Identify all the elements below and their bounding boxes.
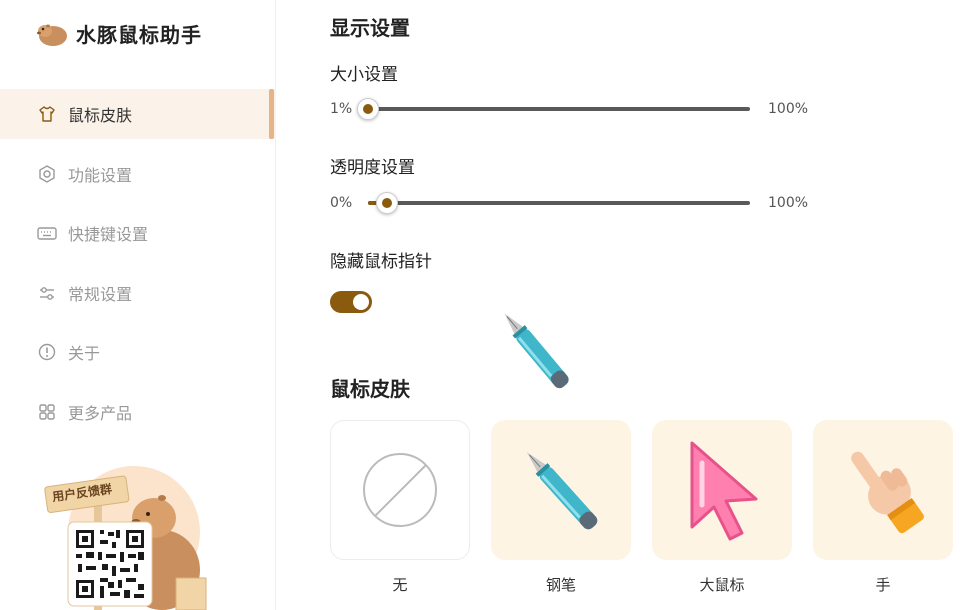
sidebar-item-mouse-skin[interactable]: 鼠标皮肤 bbox=[0, 89, 276, 139]
hide-pointer-label: 隐藏鼠标指针 bbox=[330, 252, 432, 272]
display-settings-title: 显示设置 bbox=[330, 16, 410, 40]
skin-label-pen: 钢笔 bbox=[545, 576, 576, 594]
brand: 水豚鼠标助手 bbox=[36, 16, 202, 50]
sidebar-item-label: 鼠标皮肤 bbox=[68, 106, 133, 125]
size-setting-label: 大小设置 bbox=[330, 65, 398, 85]
sidebar-item-function-settings[interactable]: 功能设置 bbox=[0, 149, 276, 199]
opacity-setting-label: 透明度设置 bbox=[330, 158, 415, 178]
size-slider-thumb[interactable] bbox=[357, 98, 379, 120]
sliders-icon bbox=[36, 282, 58, 304]
skin-card-pen[interactable] bbox=[491, 420, 631, 560]
size-slider[interactable] bbox=[357, 98, 750, 120]
none-icon bbox=[363, 453, 437, 527]
skin-card-big-cursor[interactable] bbox=[652, 420, 792, 560]
info-icon bbox=[36, 341, 58, 363]
sidebar-item-about[interactable]: 关于 bbox=[0, 327, 276, 377]
opacity-max-label: 100% bbox=[768, 195, 809, 211]
feedback-group-promo: 用户反馈群 bbox=[44, 460, 214, 610]
skin-card-hand[interactable] bbox=[813, 420, 953, 560]
grid-icon bbox=[36, 401, 58, 423]
opacity-slider-row: 0% 100% bbox=[330, 191, 830, 215]
sidebar-item-shortcut-settings[interactable]: 快捷键设置 bbox=[0, 208, 276, 258]
mouse-skin-title: 鼠标皮肤 bbox=[330, 377, 410, 401]
sidebar-item-more-products[interactable]: 更多产品 bbox=[0, 387, 276, 437]
opacity-slider[interactable] bbox=[368, 192, 750, 214]
size-max-label: 100% bbox=[768, 101, 809, 117]
hexagon-settings-icon bbox=[36, 163, 58, 185]
skin-cards: 无 钢笔 大鼠标 手 bbox=[330, 420, 968, 610]
capybara-logo-icon bbox=[37, 24, 67, 46]
sidebar-item-label: 功能设置 bbox=[68, 166, 133, 185]
app-title: 水豚鼠标助手 bbox=[76, 22, 202, 47]
keyboard-icon bbox=[36, 222, 58, 244]
skin-label-none: 无 bbox=[392, 576, 408, 594]
pen-icon bbox=[526, 452, 598, 530]
big-cursor-icon bbox=[690, 441, 758, 541]
size-slider-row: 1% 100% bbox=[330, 97, 830, 121]
capybara-illustration bbox=[44, 466, 207, 610]
sidebar-item-label: 更多产品 bbox=[68, 404, 133, 423]
toggle-knob bbox=[353, 294, 369, 310]
sidebar: 水豚鼠标助手 鼠标皮肤 功能设置 快捷键设置 常规设置 关于 更多产品 用户反馈… bbox=[0, 0, 276, 610]
skin-label-big-cursor: 大鼠标 bbox=[699, 576, 745, 594]
sidebar-item-general-settings[interactable]: 常规设置 bbox=[0, 268, 276, 318]
skin-card-none[interactable] bbox=[330, 420, 470, 560]
hand-pointer-icon bbox=[851, 451, 924, 534]
main-content: 显示设置 大小设置 1% 100% 透明度设置 0% 100% 隐藏鼠标指针 鼠… bbox=[276, 0, 968, 610]
sidebar-item-label: 关于 bbox=[68, 344, 101, 363]
hide-pointer-toggle[interactable] bbox=[330, 291, 372, 313]
pen-cursor-icon bbox=[504, 313, 569, 389]
skin-label-hand: 手 bbox=[875, 576, 891, 594]
sidebar-item-label: 快捷键设置 bbox=[68, 225, 149, 244]
sidebar-item-label: 常规设置 bbox=[68, 285, 133, 304]
opacity-slider-thumb[interactable] bbox=[376, 192, 399, 214]
opacity-min-label: 0% bbox=[330, 195, 353, 211]
shirt-icon bbox=[36, 103, 58, 125]
